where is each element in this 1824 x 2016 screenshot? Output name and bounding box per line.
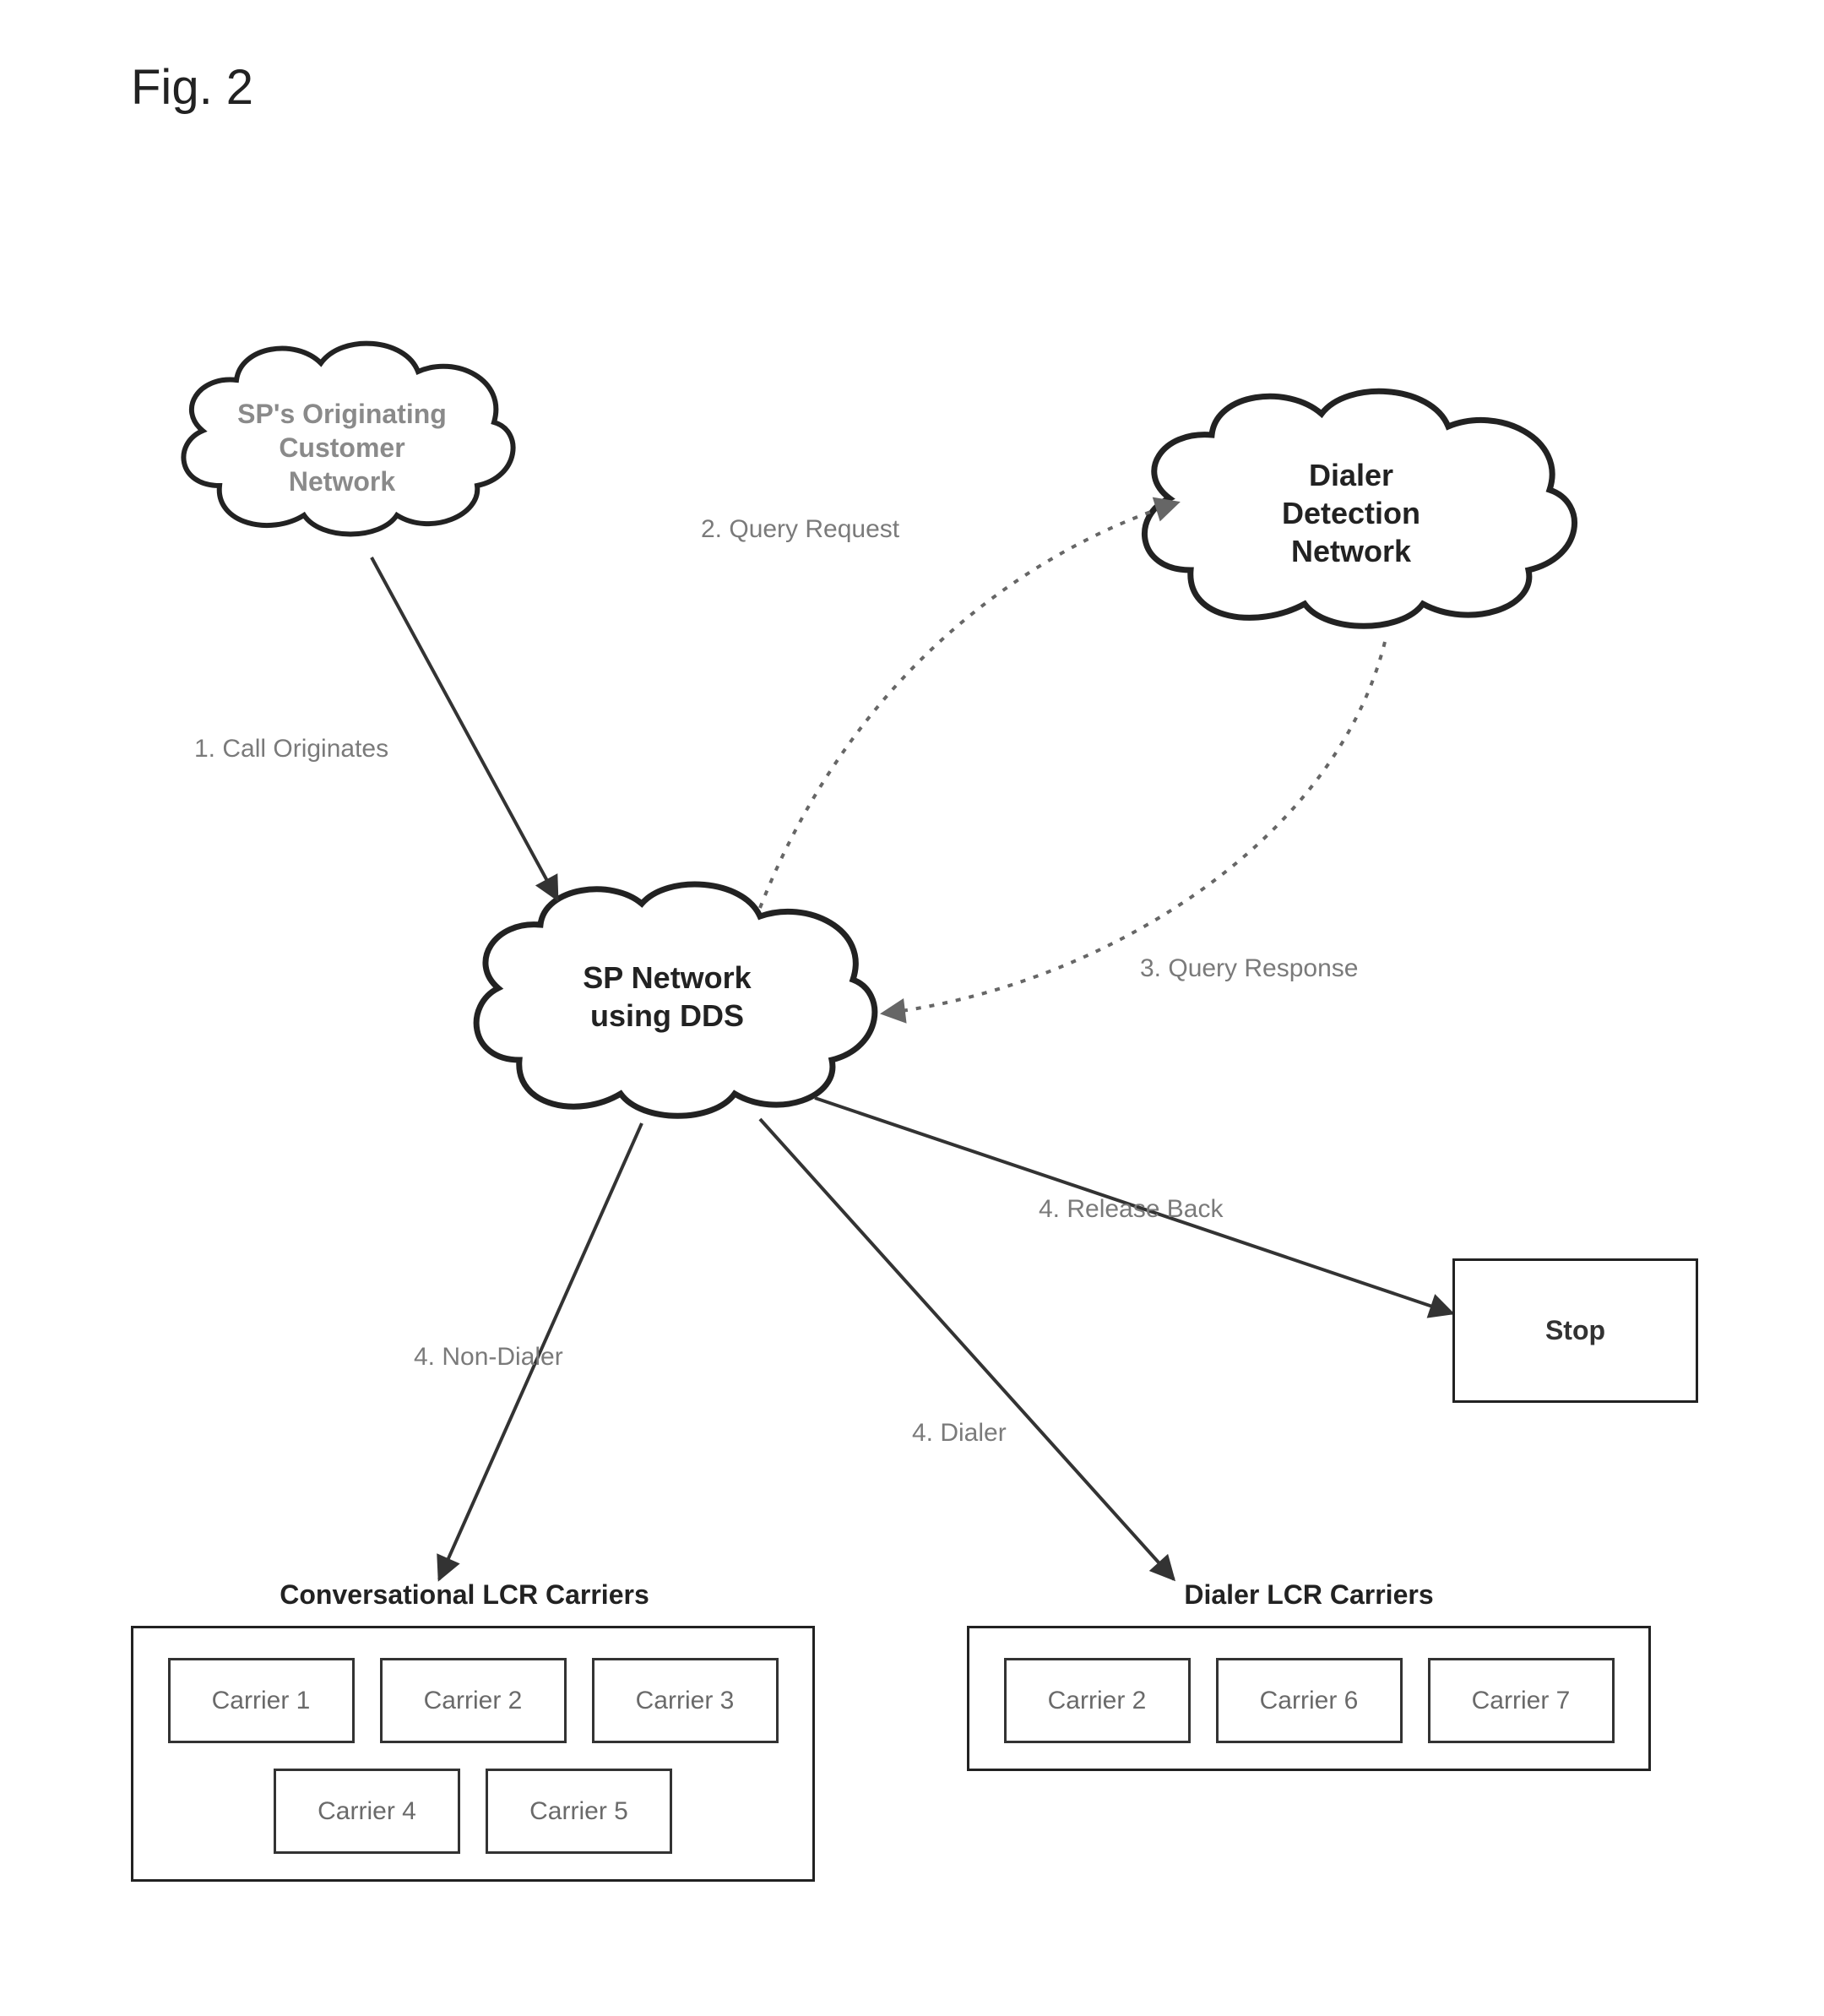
carrier-row: Carrier 1 Carrier 2 Carrier 3 — [159, 1658, 787, 1743]
cloud-text: SP Network — [448, 959, 887, 997]
figure-title: Fig. 2 — [131, 59, 253, 116]
cloud-text: Network — [1115, 532, 1588, 570]
cloud-text: Dialer — [1115, 456, 1588, 494]
cloud-text: using DDS — [448, 997, 887, 1035]
label-query-request: 2. Query Request — [701, 515, 899, 544]
cloud-originating-customer-network: SP's Originating Customer Network — [160, 317, 524, 553]
cloud-sp-network: SP Network using DDS — [448, 853, 887, 1132]
carrier-row: Carrier 4 Carrier 5 — [159, 1769, 787, 1854]
carrier-box: Carrier 7 — [1428, 1658, 1615, 1743]
carrier-row: Carrier 2 Carrier 6 Carrier 7 — [995, 1658, 1623, 1743]
label-call-originates: 1. Call Originates — [194, 735, 388, 763]
arrow-query-request — [760, 503, 1178, 908]
cloud-icon — [448, 853, 887, 1132]
diagram-canvas: Fig. 2 SP's Originating Customer Network… — [0, 0, 1824, 2016]
group-title-conversational: Conversational LCR Carriers — [253, 1579, 676, 1611]
carrier-box: Carrier 3 — [592, 1658, 779, 1743]
cloud-text: Detection — [1115, 494, 1588, 532]
carrier-box: Carrier 2 — [1004, 1658, 1191, 1743]
cloud-text: Network — [160, 465, 524, 498]
arrow-call-originates — [372, 557, 557, 899]
cloud-dialer-detection-network: Dialer Detection Network — [1115, 359, 1588, 646]
group-conversational-lcr: Carrier 1 Carrier 2 Carrier 3 Carrier 4 … — [131, 1626, 815, 1882]
group-dialer-lcr: Carrier 2 Carrier 6 Carrier 7 — [967, 1626, 1651, 1771]
label-release-back: 4. Release Back — [1039, 1195, 1223, 1224]
cloud-text: SP's Originating — [160, 397, 524, 431]
group-title-dialer: Dialer LCR Carriers — [1140, 1579, 1478, 1611]
stop-box: Stop — [1452, 1258, 1698, 1403]
carrier-box: Carrier 2 — [380, 1658, 567, 1743]
carrier-box: Carrier 4 — [274, 1769, 460, 1854]
carrier-box: Carrier 6 — [1216, 1658, 1403, 1743]
carrier-box: Carrier 1 — [168, 1658, 355, 1743]
cloud-text: Customer — [160, 431, 524, 465]
label-dialer: 4. Dialer — [912, 1419, 1007, 1448]
label-query-response: 3. Query Response — [1140, 954, 1358, 983]
label-non-dialer: 4. Non-Dialer — [414, 1343, 563, 1372]
arrow-dialer — [760, 1119, 1174, 1579]
carrier-box: Carrier 5 — [486, 1769, 672, 1854]
cloud-icon — [1115, 359, 1588, 646]
cloud-icon — [160, 317, 524, 553]
